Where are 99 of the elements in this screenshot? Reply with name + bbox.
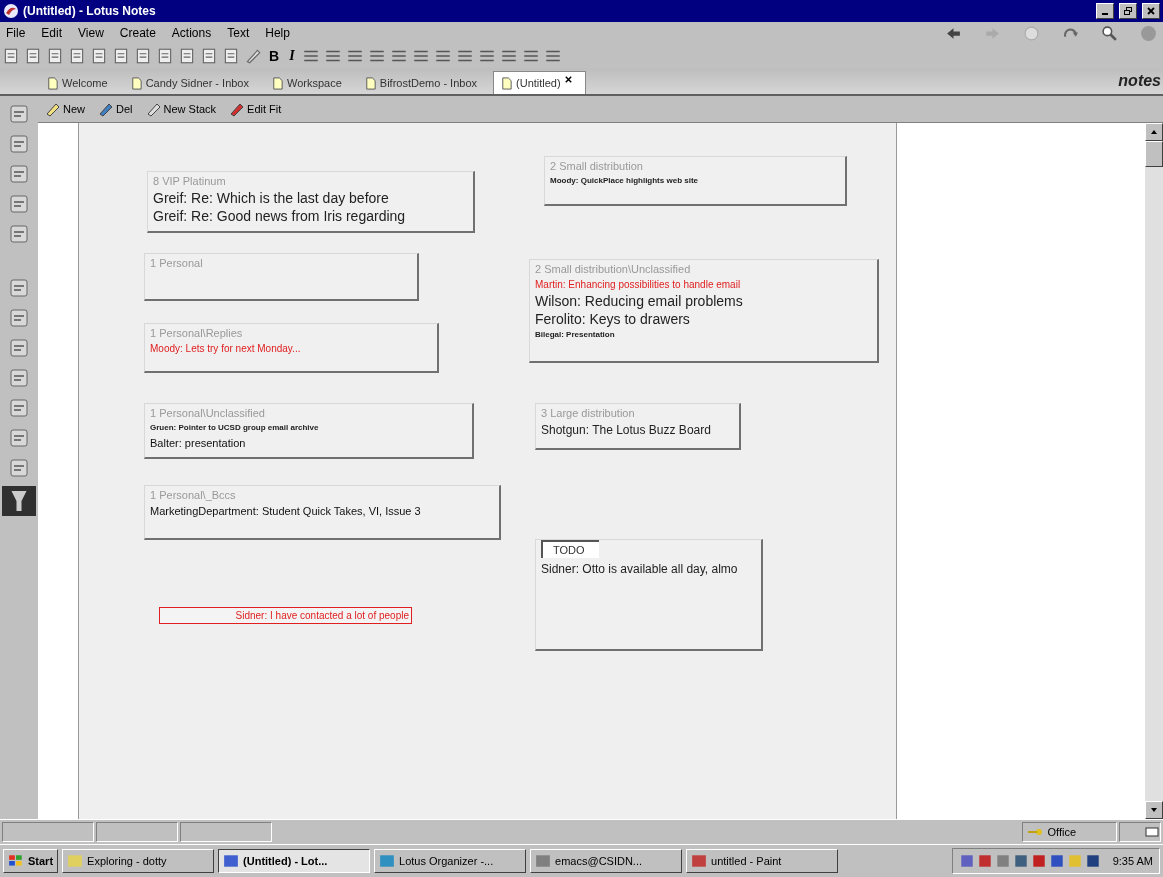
tab[interactable]: Welcome — [40, 72, 120, 94]
stack-title: 8 VIP Platinum — [153, 174, 227, 189]
message-stack[interactable]: 8 VIP Platinum Greif: Re: Which is the last day before Greif: Re: Good news from Iris regarding — [147, 171, 475, 233]
close-icon[interactable] — [563, 75, 573, 84]
message-subject[interactable]: Ferolito: Keys to drawers — [535, 310, 873, 328]
app-icon — [3, 3, 19, 19]
stack-title: 2 Small distribution — [550, 159, 644, 174]
stack-title: 1 Personal — [150, 256, 204, 271]
app-icon — [691, 853, 708, 869]
document-icon — [363, 76, 377, 90]
message-subject[interactable]: Shotgun: The Lotus Buzz Board — [541, 421, 735, 439]
message-stack[interactable]: 3 Large distribution Shotgun: The Lotus Buzz Board — [535, 403, 741, 450]
minimize-icon — [1102, 13, 1108, 15]
stack-title: 1 Personal\Unclassified — [150, 406, 266, 421]
menu-item[interactable]: View — [78, 26, 104, 40]
message-subject[interactable]: Wilson: Reducing email problems — [535, 292, 873, 310]
status-segment[interactable] — [2, 822, 94, 842]
restore-button[interactable] — [1119, 3, 1137, 19]
message-stack[interactable]: 1 Personal\Replies Moody: Lets try for next Monday... — [144, 323, 439, 373]
message-subject[interactable]: Gruen: Pointer to UCSD group email archive — [150, 421, 468, 435]
menu-item[interactable]: Help — [265, 26, 290, 40]
menu-item[interactable]: Create — [119, 26, 156, 40]
window-title: (Untitled) - Lotus Notes — [23, 4, 156, 18]
tab[interactable]: BifrostDemo - Inbox — [357, 72, 490, 94]
message-subject[interactable]: Martin: Enhancing possibilities to handle email — [535, 277, 873, 292]
document-icon[interactable] — [156, 47, 174, 65]
message-subject[interactable]: Greif: Re: Good news from Iris regarding — [153, 207, 469, 225]
message-subject[interactable]: MarketingDepartment: Student Quick Takes, VI, Issue 3 — [150, 503, 495, 519]
message-subject[interactable]: Moody: QuickPlace highlights web site — [550, 174, 841, 188]
status-segment[interactable] — [180, 822, 272, 842]
message-stack[interactable]: 1 Personal\_Bccs MarketingDepartment: Student Quick Takes, VI, Issue 3 — [144, 485, 501, 540]
message-subject[interactable]: Bilegal: Presentation — [535, 328, 873, 342]
document-icon — [129, 76, 143, 90]
tray-icon[interactable] — [1084, 853, 1101, 869]
app-icon — [223, 853, 240, 869]
message-subject[interactable]: Balter: presentation — [150, 435, 468, 451]
message-stack[interactable]: 2 Small distribution\Unclassified Martin: Enhancing possibilities to handle email Wilson: Reducing email problems Ferolito: Keys to drawers Bilegal: Presentation — [529, 259, 879, 363]
status-segment[interactable] — [96, 822, 178, 842]
italic-button[interactable]: I — [286, 48, 298, 64]
close-icon — [1146, 6, 1156, 16]
pen-icon[interactable] — [244, 47, 262, 65]
scrollbar[interactable] — [1145, 123, 1163, 819]
message-stack[interactable]: TODO Sidner: Otto is available all day, almo — [535, 539, 763, 651]
menu-item[interactable]: Actions — [171, 26, 212, 40]
action-button[interactable]: Edit Fit — [226, 101, 284, 117]
message-subject[interactable]: Greif: Re: Which is the last day before — [153, 189, 469, 207]
tab[interactable]: Workspace — [265, 72, 354, 94]
menu-item[interactable]: File — [6, 26, 26, 40]
tray-icon[interactable] — [958, 853, 975, 869]
note-field[interactable]: Sidner: I have contacted a lot of people — [159, 607, 412, 624]
clock: 9:35 AM — [1112, 855, 1153, 867]
taskbar-button[interactable]: Lotus Organizer -... — [374, 849, 527, 873]
tray-icon[interactable] — [1012, 853, 1029, 869]
pencil-icon — [44, 101, 62, 117]
tab[interactable]: (Untitled) — [493, 71, 586, 94]
taskbar-button[interactable]: Exploring - dotty — [62, 849, 215, 873]
close-button[interactable] — [1142, 3, 1160, 19]
start-button[interactable]: Start — [3, 849, 59, 873]
menu-item[interactable]: Text — [227, 26, 250, 40]
tray-icon[interactable] — [1048, 853, 1065, 869]
action-button[interactable]: New — [42, 101, 87, 117]
search-icon[interactable] — [1101, 24, 1118, 42]
down-arrow-icon[interactable] — [1150, 806, 1158, 814]
stack-title: TODO — [541, 540, 599, 558]
taskbar-button[interactable]: (Untitled) - Lot... — [218, 849, 371, 873]
up-arrow-icon[interactable] — [1150, 128, 1158, 136]
message-stack[interactable]: 1 Personal\Unclassified Gruen: Pointer to UCSD group email archive Balter: presentation — [144, 403, 474, 459]
notes-logo: notes — [1118, 72, 1162, 91]
bold-button[interactable]: B — [266, 48, 283, 64]
restore-icon — [1123, 6, 1133, 16]
menu-item[interactable]: Edit — [41, 26, 63, 40]
taskbar-button[interactable]: untitled - Paint — [686, 849, 839, 873]
message-subject[interactable]: Moody: Lets try for next Monday... — [150, 341, 433, 356]
stack-title: 2 Small distribution\Unclassified — [535, 262, 692, 277]
document-icon — [500, 76, 514, 90]
windows-flag-icon — [8, 853, 24, 869]
scroll-thumb[interactable] — [1145, 141, 1163, 167]
app-icon — [535, 853, 552, 869]
stack-title: 1 Personal\_Bccs — [150, 488, 237, 503]
document-icon — [271, 76, 284, 90]
stack-title: 3 Large distribution — [541, 406, 636, 421]
tab[interactable]: Candy Sidner - Inbox — [123, 72, 261, 94]
action-button[interactable]: New Stack — [142, 101, 219, 117]
document-icon — [46, 76, 59, 90]
taskbar-button[interactable]: emacs@CSIDN... — [530, 849, 683, 873]
message-subject[interactable]: Sidner: Otto is available all day, almo — [541, 560, 757, 578]
app-icon — [379, 853, 396, 869]
page-icon[interactable] — [222, 47, 240, 65]
minimize-button[interactable] — [1096, 3, 1114, 19]
location-label: Office — [1047, 826, 1076, 838]
message-stack[interactable]: 2 Small distribution Moody: QuickPlace highlights web site — [544, 156, 847, 206]
location-status[interactable]: Office — [1022, 822, 1117, 842]
tray-icon[interactable] — [1030, 853, 1047, 869]
tray-icon[interactable] — [976, 853, 993, 869]
message-subject[interactable]: Sidner: I have contacted a lot of people — [235, 608, 409, 623]
action-button[interactable]: Del — [95, 101, 135, 117]
app-icon — [67, 853, 84, 869]
key-icon — [1027, 827, 1044, 837]
stack-title: 1 Personal\Replies — [150, 326, 244, 341]
